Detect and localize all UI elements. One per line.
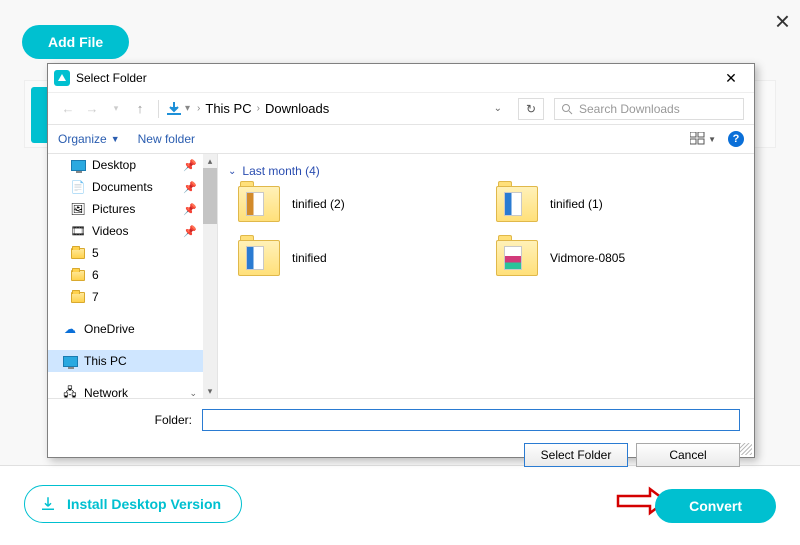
search-placeholder: Search Downloads [579, 102, 680, 116]
desktop-icon [70, 158, 86, 172]
chevron-down-icon: ▼ [111, 134, 120, 144]
select-folder-dialog: Select Folder ✕ ← → ▾ ↑ ▾ › This PC › Do… [47, 63, 755, 458]
folder-name-input[interactable] [202, 409, 740, 431]
folder-icon [238, 186, 280, 222]
sidebar-item-folder-6[interactable]: 6 [48, 264, 217, 286]
folder-item[interactable]: Vidmore-0805 [496, 240, 754, 276]
sidebar-item-network[interactable]: 🖧Network⌄ [48, 382, 217, 398]
sidebar-item-this-pc[interactable]: This PC [48, 350, 217, 372]
group-header[interactable]: ⌄ Last month (4) [218, 154, 754, 186]
folder-item[interactable]: tinified [238, 240, 496, 276]
chevron-down-icon: ⌄ [189, 388, 197, 399]
nav-back-button[interactable]: ← [58, 101, 78, 116]
resize-grip[interactable] [740, 443, 752, 455]
scroll-up-button[interactable]: ▴ [203, 154, 217, 168]
sidebar-item-desktop[interactable]: Desktop📌 [48, 154, 217, 176]
breadcrumb-root[interactable]: This PC [205, 101, 251, 116]
search-input[interactable]: Search Downloads [554, 98, 744, 120]
folder-icon [70, 290, 86, 304]
folder-icon [238, 240, 280, 276]
breadcrumb-dropdown-icon[interactable]: ⌄ [494, 103, 508, 114]
app-logo-icon [54, 70, 70, 86]
dialog-close-button[interactable]: ✕ [714, 70, 748, 87]
sidebar-item-documents[interactable]: 📄Documents📌 [48, 176, 217, 198]
sidebar-item-folder-5[interactable]: 5 [48, 242, 217, 264]
scroll-down-button[interactable]: ▾ [203, 384, 217, 398]
sidebar-item-onedrive[interactable]: ☁OneDrive [48, 318, 217, 340]
sidebar-item-pictures[interactable]: 🖼Pictures📌 [48, 198, 217, 220]
folder-item[interactable]: tinified (1) [496, 186, 754, 222]
breadcrumb[interactable]: › This PC › Downloads ⌄ [194, 101, 508, 116]
convert-button[interactable]: Convert [655, 489, 776, 523]
nav-up-button[interactable]: ↑ [130, 101, 150, 116]
search-icon [561, 103, 573, 115]
dialog-title: Select Folder [76, 71, 147, 85]
install-desktop-label: Install Desktop Version [67, 496, 221, 512]
folder-icon [70, 246, 86, 260]
dialog-titlebar: Select Folder ✕ [48, 64, 754, 92]
chevron-down-icon: ⌄ [228, 166, 236, 177]
view-options-button[interactable]: ▼ [690, 132, 716, 146]
nav-forward-button[interactable]: → [82, 101, 102, 116]
view-icon [690, 132, 706, 146]
select-folder-button[interactable]: Select Folder [524, 443, 628, 467]
recent-locations-dropdown[interactable]: ▾ [106, 103, 126, 114]
folder-field-label: Folder: [62, 413, 192, 427]
documents-icon: 📄 [70, 180, 86, 194]
folder-item-label: Vidmore-0805 [550, 251, 625, 265]
download-icon [39, 495, 57, 513]
folder-icon [496, 186, 538, 222]
videos-icon: 🎞 [70, 224, 86, 238]
pin-icon: 📌 [183, 181, 197, 194]
sidebar-scrollbar-thumb[interactable] [203, 168, 217, 224]
sidebar-item-videos[interactable]: 🎞Videos📌 [48, 220, 217, 242]
pictures-icon: 🖼 [70, 202, 86, 216]
install-desktop-button[interactable]: Install Desktop Version [24, 485, 242, 523]
folder-item[interactable]: tinified (2) [238, 186, 496, 222]
sidebar: Desktop📌 📄Documents📌 🖼Pictures📌 🎞Videos📌… [48, 154, 218, 398]
nav-row: ← → ▾ ↑ ▾ › This PC › Downloads ⌄ ↻ Sear… [48, 92, 754, 124]
help-button[interactable]: ? [728, 131, 744, 147]
folder-item-label: tinified (2) [292, 197, 345, 211]
refresh-button[interactable]: ↻ [518, 98, 544, 120]
chevron-down-icon: ▼ [708, 135, 716, 144]
dialog-footer: Folder: Select Folder Cancel [48, 398, 754, 467]
folder-icon [496, 240, 538, 276]
breadcrumb-child[interactable]: Downloads [265, 101, 329, 116]
downloads-icon [167, 102, 181, 116]
folder-icon [70, 268, 86, 282]
close-icon[interactable]: × [775, 6, 790, 37]
pin-icon: 📌 [183, 225, 197, 238]
dialog-toolbar: Organize ▼ New folder ▼ ? [48, 124, 754, 154]
folder-item-label: tinified [292, 251, 327, 265]
onedrive-icon: ☁ [62, 322, 78, 336]
add-file-button[interactable]: Add File [22, 25, 129, 59]
sidebar-item-folder-7[interactable]: 7 [48, 286, 217, 308]
pin-icon: 📌 [183, 203, 197, 216]
this-pc-icon [62, 354, 78, 368]
pin-icon: 📌 [183, 159, 197, 172]
new-folder-button[interactable]: New folder [138, 132, 195, 146]
network-icon: 🖧 [62, 386, 78, 398]
content-pane: ⌄ Last month (4) tinified (2) tinified (… [218, 154, 754, 398]
cancel-button[interactable]: Cancel [636, 443, 740, 467]
folder-item-label: tinified (1) [550, 197, 603, 211]
organize-menu[interactable]: Organize ▼ [58, 132, 120, 146]
